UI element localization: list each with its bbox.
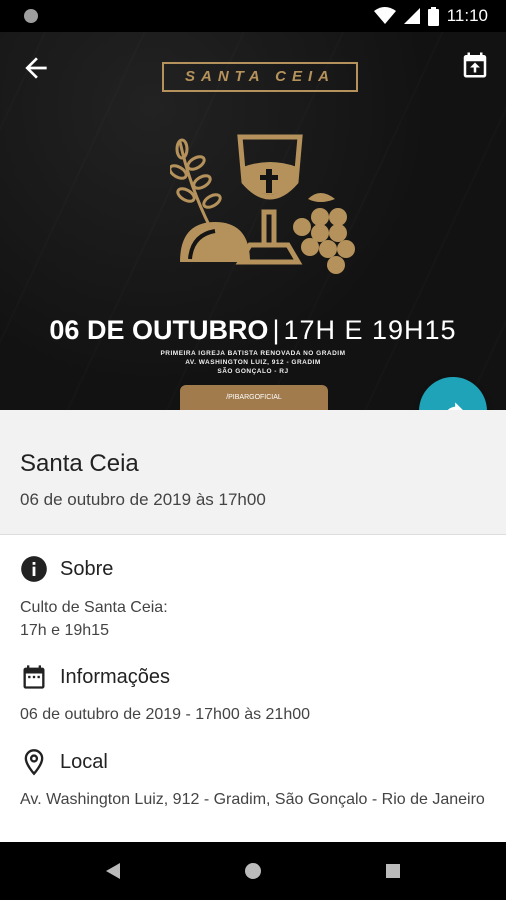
notification-dot-icon — [24, 9, 38, 23]
poster-church: PRIMEIRA IGREJA BATISTA RENOVADA NO GRAD… — [160, 350, 346, 357]
location-text: Av. Washington Luiz, 912 - Gradim, São G… — [20, 791, 485, 808]
info-icon — [21, 556, 47, 582]
poster-date-text: 06 DE OUTUBRO — [49, 315, 269, 345]
communion-illustration — [170, 134, 355, 274]
poster-social-text: /PIBARGOFICIAL — [226, 394, 282, 401]
poster-title: SANTA CEIA — [162, 62, 358, 92]
event-datetime: 06 de outubro de 2019 às 17h00 — [20, 490, 266, 509]
signal-icon — [403, 8, 420, 24]
calendar-icon — [23, 665, 45, 689]
about-line-1: Culto de Santa Ceia: — [20, 599, 168, 616]
info-heading: Informações — [60, 666, 171, 688]
event-header: Santa Ceia 06 de outubro de 2019 às 17h0… — [0, 410, 506, 535]
nav-back-icon[interactable] — [104, 862, 122, 880]
clock: 11:10 — [446, 6, 488, 25]
location-pin-icon — [24, 749, 44, 776]
about-heading: Sobre — [60, 558, 114, 580]
nav-home-icon[interactable] — [244, 862, 262, 880]
poster-date: 06 DE OUTUBRO | 17H E 19H15 — [49, 315, 457, 345]
arrow-left-icon[interactable] — [20, 52, 52, 84]
event-banner: SANTA CEIA 06 DE OUTUBRO | 17H E 19H15 P… — [0, 32, 506, 411]
location-heading: Local — [60, 751, 108, 773]
status-icons: 11:10 — [373, 5, 488, 27]
event-title: Santa Ceia — [20, 450, 139, 477]
battery-icon — [427, 6, 439, 26]
navigation-bar — [0, 842, 506, 900]
poster-time-text: 17H E 19H15 — [283, 315, 457, 345]
nav-recents-icon[interactable] — [384, 862, 402, 880]
poster-city: SÃO GONÇALO - RJ — [217, 368, 289, 375]
about-line-2: 17h e 19h15 — [20, 622, 109, 639]
info-text: 06 de outubro de 2019 - 17h00 às 21h00 — [20, 706, 311, 723]
calendar-add-icon[interactable] — [460, 50, 490, 80]
poster-address: AV. WASHINGTON LUIZ, 912 - GRADIM — [185, 359, 321, 366]
wifi-icon — [373, 7, 396, 24]
poster-social-tag: /PIBARGOFICIAL — [180, 385, 328, 411]
status-bar: 11:10 — [0, 0, 506, 32]
